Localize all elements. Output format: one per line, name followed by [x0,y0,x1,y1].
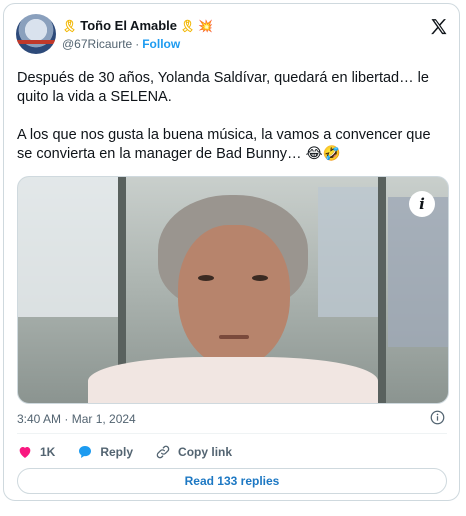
author-name-row[interactable]: 🎗 Toño El Amable 🎗 💥 [62,18,213,33]
background-window [388,197,448,347]
background-window [18,177,118,317]
action-bar: 1K Reply Copy link [17,444,254,460]
link-icon [156,445,170,459]
avatar[interactable] [16,14,56,54]
tweet-media-image[interactable]: i [17,176,449,404]
person-face [178,225,290,367]
heart-icon [19,447,31,458]
author-display-name[interactable]: Toño El Amable [80,18,177,33]
info-circle-icon[interactable] [430,410,445,425]
author-handle[interactable]: @67Ricaurte [62,37,132,51]
x-logo-icon[interactable] [429,17,449,37]
tweet-paragraph-1: Después de 30 años, Yolanda Saldívar, qu… [17,70,429,105]
tweet-timestamp[interactable]: 3:40 AM · Mar 1, 2024 [17,412,136,426]
person-eye [198,275,214,281]
reply-button[interactable]: Reply [77,444,133,460]
follow-button[interactable]: Follow [142,37,180,51]
reply-label: Reply [100,445,134,459]
read-replies-button[interactable]: Read 133 replies [17,468,447,494]
person-eye [252,275,268,281]
info-icon[interactable]: i [409,191,435,217]
speech-bubble-icon [79,446,92,458]
divider [17,433,447,434]
tweet-card: 🎗 Toño El Amable 🎗 💥 @67Ricaurte · Follo… [3,3,460,501]
like-button[interactable]: 1K [17,444,55,460]
person-mouth [219,335,249,339]
author-handle-row: @67Ricaurte · Follow [62,37,180,51]
like-count: 1K [40,445,56,459]
collision-icon: 💥 [198,18,214,33]
tweet-paragraph-2: A los que nos gusta la buena música, la … [17,127,431,162]
handle-separator: · [135,37,140,51]
copy-link-button[interactable]: Copy link [155,444,232,460]
background-window [318,187,378,317]
background-frame [378,177,386,403]
person-shirt [88,357,378,403]
avatar-stripe [16,40,56,44]
ribbon-icon: 🎗 [62,18,78,33]
tweet-text: Después de 30 años, Yolanda Saldívar, qu… [17,69,447,164]
ribbon-icon: 🎗 [180,18,196,33]
copy-link-label: Copy link [178,445,233,459]
